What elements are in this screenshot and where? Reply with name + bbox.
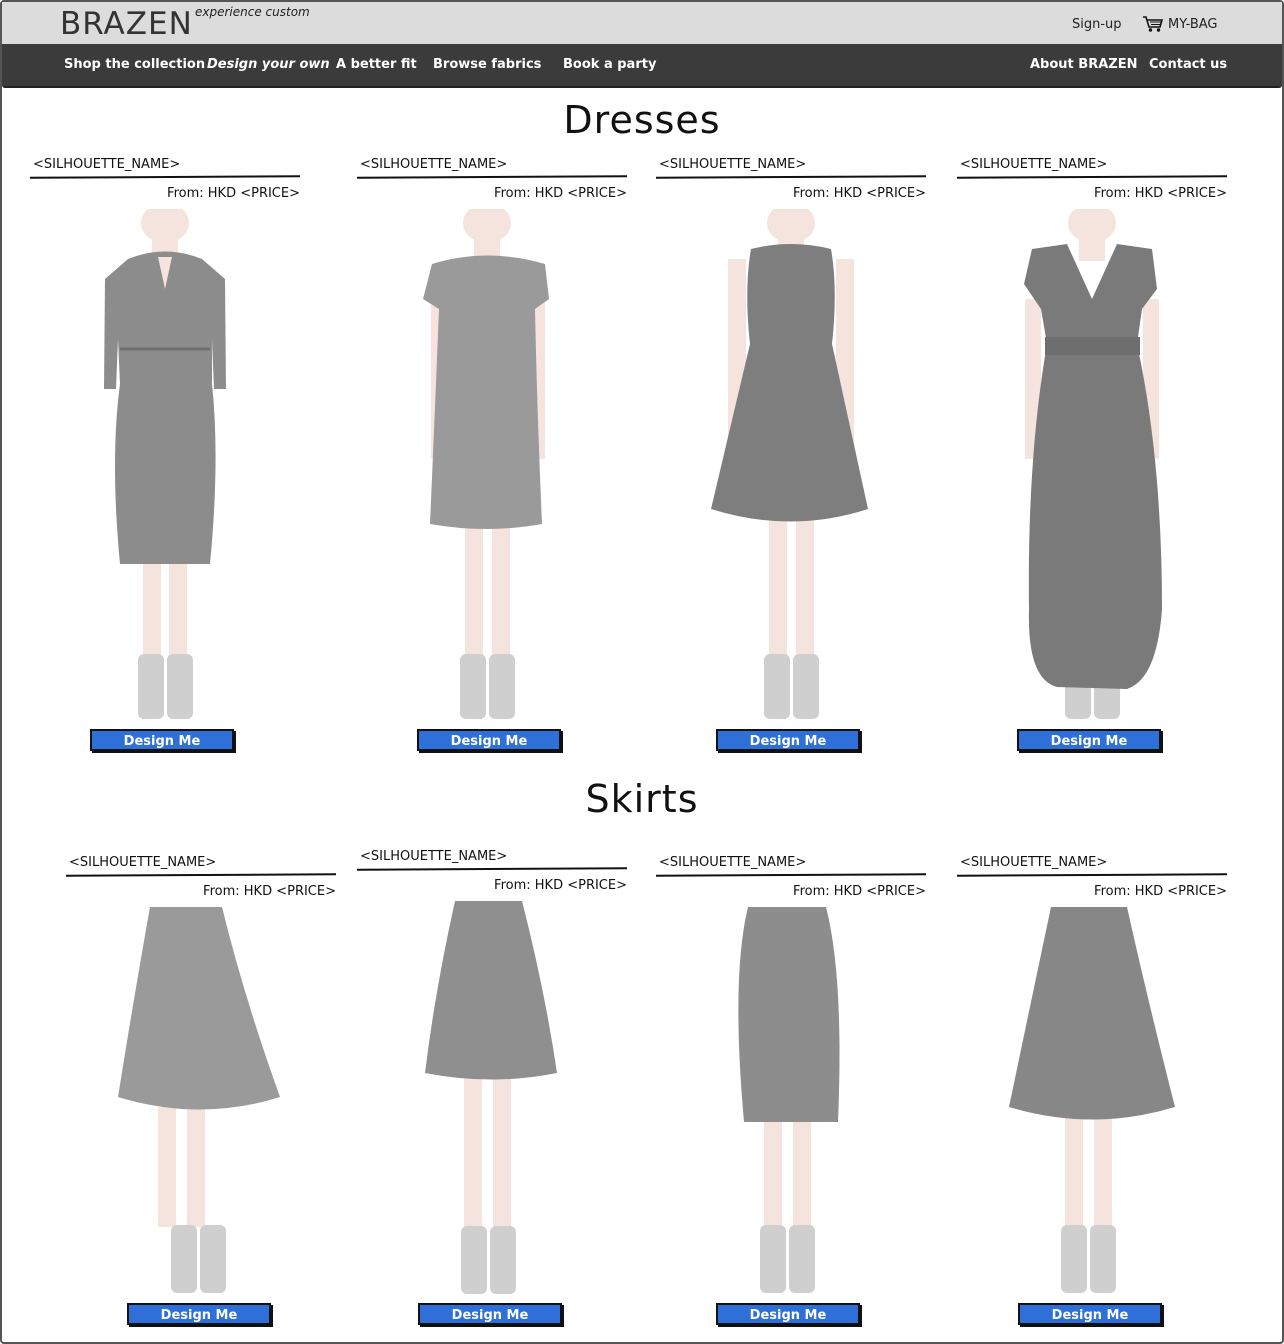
divider (356, 175, 628, 179)
dress-image-sheath[interactable] (30, 209, 300, 724)
design-me-button[interactable]: Design Me (1017, 729, 1161, 751)
design-me-button[interactable]: Design Me (716, 729, 860, 751)
nav-a-better-fit[interactable]: A better fit (336, 57, 417, 72)
product-card: <SILHOUETTE_NAME> From: HKD <PRICE> Desi… (956, 855, 1237, 1335)
shopping-cart-icon (1142, 15, 1164, 33)
price-label: From: HKD <PRICE> (494, 186, 627, 201)
design-me-button[interactable]: Design Me (1018, 1303, 1162, 1325)
product-card: <SILHOUETTE_NAME> From: HKD <PRICE> Desi… (655, 157, 936, 757)
my-bag-label: MY-BAG (1168, 16, 1218, 32)
silhouette-name: <SILHOUETTE_NAME> (960, 855, 1108, 870)
design-me-button[interactable]: Design Me (418, 1303, 562, 1325)
header-bar: BRAZEN experience custom Sign-up MY-BAG (2, 2, 1282, 45)
silhouette-name: <SILHOUETTE_NAME> (360, 849, 508, 864)
design-me-button[interactable]: Design Me (716, 1303, 860, 1325)
silhouette-name: <SILHOUETTE_NAME> (69, 855, 217, 870)
nav-contact-us[interactable]: Contact us (1149, 57, 1227, 72)
silhouette-name: <SILHOUETTE_NAME> (659, 157, 807, 172)
price-label: From: HKD <PRICE> (793, 884, 926, 899)
design-me-button[interactable]: Design Me (90, 729, 234, 751)
price-label: From: HKD <PRICE> (167, 186, 300, 201)
signup-link[interactable]: Sign-up (1072, 17, 1122, 32)
price-label: From: HKD <PRICE> (793, 186, 926, 201)
divider (956, 175, 1228, 179)
my-bag-link[interactable]: MY-BAG (1142, 15, 1218, 33)
dress-image-wrap-maxi[interactable] (957, 209, 1227, 724)
main-nav: Shop the collection Design your own A be… (2, 44, 1282, 88)
skirt-image-flared-midi[interactable] (66, 907, 336, 1297)
divider (29, 175, 301, 179)
product-card: <SILHOUETTE_NAME> From: HKD <PRICE> Desi… (29, 157, 310, 757)
product-card: <SILHOUETTE_NAME> From: HKD <PRICE> Desi… (356, 157, 637, 757)
divider (65, 873, 337, 877)
silhouette-name: <SILHOUETTE_NAME> (360, 157, 508, 172)
silhouette-name: <SILHOUETTE_NAME> (33, 157, 181, 172)
skirt-image-pleated-midi[interactable] (957, 907, 1227, 1297)
price-label: From: HKD <PRICE> (1094, 186, 1227, 201)
nav-design-your-own[interactable]: Design your own (207, 57, 330, 72)
section-title-skirts: Skirts (585, 777, 699, 821)
design-me-button[interactable]: Design Me (417, 729, 561, 751)
price-label: From: HKD <PRICE> (1094, 884, 1227, 899)
dress-image-shift[interactable] (357, 209, 627, 724)
divider (655, 873, 927, 877)
section-title-dresses: Dresses (563, 98, 721, 142)
divider (655, 175, 927, 179)
skirt-image-pencil[interactable] (656, 907, 926, 1297)
product-card: <SILHOUETTE_NAME> From: HKD <PRICE> Desi… (655, 855, 936, 1335)
product-card: <SILHOUETTE_NAME> From: HKD <PRICE> Desi… (65, 855, 346, 1335)
nav-book-a-party[interactable]: Book a party (563, 57, 656, 72)
silhouette-name: <SILHOUETTE_NAME> (960, 157, 1108, 172)
silhouette-name: <SILHOUETTE_NAME> (659, 855, 807, 870)
nav-browse-fabrics[interactable]: Browse fabrics (433, 57, 541, 72)
price-label: From: HKD <PRICE> (494, 878, 627, 893)
design-me-button[interactable]: Design Me (127, 1303, 271, 1325)
nav-shop-the-collection[interactable]: Shop the collection (64, 57, 205, 72)
divider (956, 873, 1228, 877)
brand-tagline: experience custom (195, 5, 310, 19)
product-card: <SILHOUETTE_NAME> From: HKD <PRICE> Desi… (356, 849, 637, 1335)
brand-logo[interactable]: BRAZEN (60, 6, 193, 42)
nav-about-brazen[interactable]: About BRAZEN (1030, 57, 1137, 72)
divider (356, 867, 628, 871)
price-label: From: HKD <PRICE> (203, 884, 336, 899)
product-card: <SILHOUETTE_NAME> From: HKD <PRICE> Desi… (956, 157, 1237, 757)
skirt-image-a-line[interactable] (357, 901, 627, 1297)
dress-image-fit-and-flare[interactable] (656, 209, 926, 724)
